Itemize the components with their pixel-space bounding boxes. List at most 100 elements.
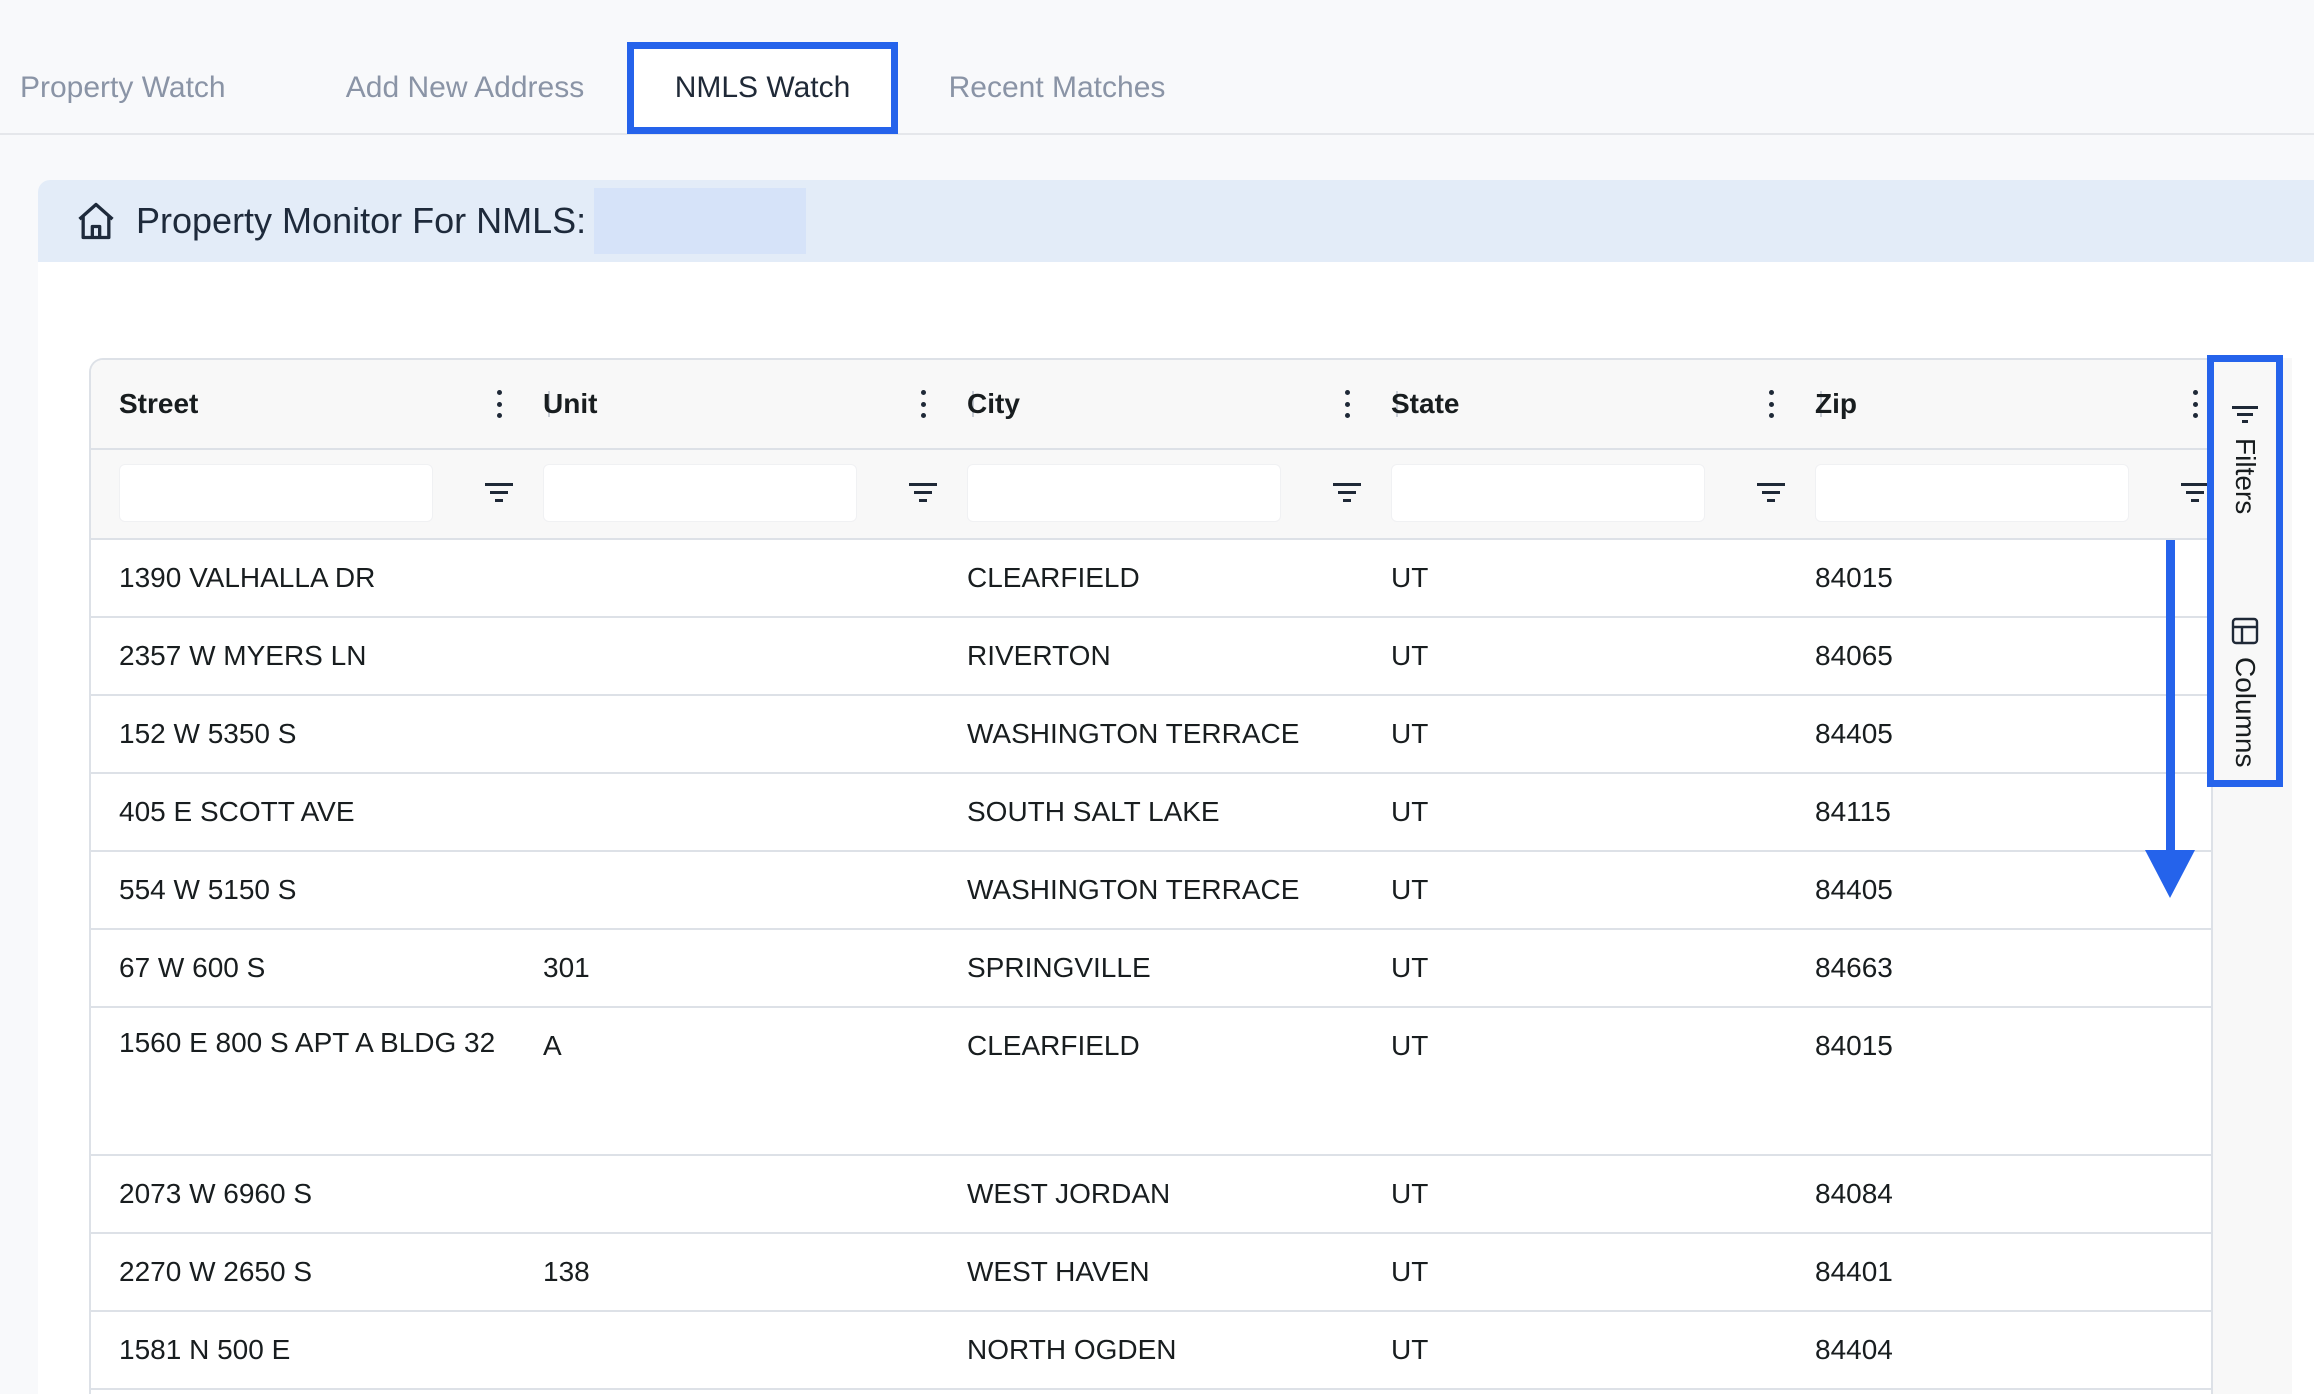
city-cell: SPRINGVILLE bbox=[967, 952, 1151, 983]
state-filter-input[interactable] bbox=[1391, 464, 1705, 522]
filter-icon[interactable] bbox=[1755, 480, 1787, 504]
column-header-state[interactable]: State bbox=[1391, 360, 1459, 448]
page: Property Watch Add New Address NMLS Watc… bbox=[0, 0, 2314, 1394]
street-cell: 1560 E 800 S APT A BLDG 32 bbox=[119, 1027, 496, 1058]
street-cell: 405 E SCOTT AVE bbox=[119, 796, 355, 827]
filter-icon[interactable] bbox=[907, 480, 939, 504]
city-cell: WEST JORDAN bbox=[967, 1178, 1171, 1209]
zip-cell: 84065 bbox=[1815, 640, 1893, 671]
tab-recent-matches[interactable]: Recent Matches bbox=[920, 42, 1194, 134]
street-cell: 2073 W 6960 S bbox=[119, 1178, 313, 1209]
filters-label: Filters bbox=[2230, 438, 2261, 515]
table-row[interactable]: 1581 N 500 E NORTH OGDEN UT 84404 bbox=[91, 1312, 2211, 1390]
table-row[interactable]: 2357 W MYERS LN RIVERTON UT 84065 bbox=[91, 618, 2211, 696]
zip-cell: 84015 bbox=[1815, 1030, 1893, 1061]
property-monitor-card: Property Monitor For NMLS: Street Unit C… bbox=[38, 180, 2314, 1394]
nmls-number-redacted bbox=[594, 188, 807, 254]
city-cell: NORTH OGDEN bbox=[967, 1334, 1177, 1365]
state-cell: UT bbox=[1391, 1334, 1429, 1365]
state-cell: UT bbox=[1391, 1030, 1429, 1061]
column-menu-icon[interactable] bbox=[494, 390, 504, 418]
state-cell: UT bbox=[1391, 874, 1429, 905]
zip-cell: 84015 bbox=[1815, 562, 1893, 593]
filter-icon[interactable] bbox=[1331, 480, 1363, 504]
street-cell: 1390 VALHALLA DR bbox=[119, 562, 376, 593]
column-menu-icon[interactable] bbox=[918, 390, 928, 418]
filter-icon[interactable] bbox=[2179, 480, 2211, 504]
city-cell: WEST HAVEN bbox=[967, 1256, 1150, 1287]
table-row[interactable]: 405 E SCOTT AVE SOUTH SALT LAKE UT 84115 bbox=[91, 774, 2211, 852]
columns-label: Columns bbox=[2230, 657, 2261, 768]
state-cell: UT bbox=[1391, 562, 1429, 593]
zip-filter-input[interactable] bbox=[1815, 464, 2129, 522]
column-menu-icon[interactable] bbox=[1342, 390, 1352, 418]
grid-body: 1390 VALHALLA DR CLEARFIELD UT 84015 235… bbox=[91, 540, 2211, 1390]
filter-row bbox=[91, 450, 2211, 540]
table-row[interactable]: 152 W 5350 S WASHINGTON TERRACE UT 84405 bbox=[91, 696, 2211, 774]
zip-cell: 84405 bbox=[1815, 718, 1893, 749]
column-header-label: Zip bbox=[1815, 388, 1857, 419]
properties-grid: Street Unit City State Zip 1390 VALHALLA… bbox=[89, 358, 2251, 1394]
city-cell: CLEARFIELD bbox=[967, 562, 1140, 593]
column-header-street[interactable]: Street bbox=[119, 360, 198, 448]
city-cell: WASHINGTON TERRACE bbox=[967, 874, 1300, 905]
city-cell: SOUTH SALT LAKE bbox=[967, 796, 1220, 827]
street-filter-input[interactable] bbox=[119, 464, 433, 522]
columns-panel-button[interactable]: Columns bbox=[2225, 617, 2265, 767]
table-row[interactable]: 2270 W 2650 S 138 WEST HAVEN UT 84401 bbox=[91, 1234, 2211, 1312]
card-title: Property Monitor For NMLS: bbox=[136, 200, 587, 241]
column-header-label: City bbox=[967, 388, 1020, 419]
zip-cell: 84404 bbox=[1815, 1334, 1893, 1365]
city-filter-input[interactable] bbox=[967, 464, 1281, 522]
column-header-unit[interactable]: Unit bbox=[543, 360, 597, 448]
tab-property-watch[interactable]: Property Watch bbox=[20, 42, 268, 134]
table-row[interactable]: 2073 W 6960 S WEST JORDAN UT 84084 bbox=[91, 1156, 2211, 1234]
state-cell: UT bbox=[1391, 718, 1429, 749]
filters-panel-button[interactable]: Filters bbox=[2225, 404, 2265, 514]
tab-add-new-address[interactable]: Add New Address bbox=[320, 42, 610, 134]
tab-bar: Property Watch Add New Address NMLS Watc… bbox=[0, 0, 2314, 135]
zip-cell: 84405 bbox=[1815, 874, 1893, 905]
column-header-label: State bbox=[1391, 388, 1460, 419]
column-header-label: Street bbox=[119, 388, 199, 419]
street-cell: 2270 W 2650 S bbox=[119, 1256, 313, 1287]
table-row[interactable]: 554 W 5150 S WASHINGTON TERRACE UT 84405 bbox=[91, 852, 2211, 930]
unit-cell: A bbox=[543, 1030, 562, 1061]
columns-icon bbox=[2231, 617, 2259, 645]
column-menu-icon[interactable] bbox=[1766, 390, 1776, 418]
tab-nmls-watch[interactable]: NMLS Watch bbox=[627, 42, 898, 134]
column-header-city[interactable]: City bbox=[967, 360, 1020, 448]
card-header: Property Monitor For NMLS: bbox=[38, 180, 2314, 262]
zip-cell: 84401 bbox=[1815, 1256, 1893, 1287]
zip-cell: 84115 bbox=[1815, 796, 1891, 827]
home-icon bbox=[78, 202, 114, 240]
column-header-zip[interactable]: Zip bbox=[1815, 360, 1857, 448]
unit-filter-input[interactable] bbox=[543, 464, 857, 522]
unit-cell: 138 bbox=[543, 1256, 590, 1287]
street-cell: 554 W 5150 S bbox=[119, 874, 297, 905]
street-cell: 67 W 600 S bbox=[119, 952, 266, 983]
scroll-down-arrow-shaft bbox=[2166, 540, 2175, 860]
grid-header-row: Street Unit City State Zip bbox=[91, 360, 2211, 450]
column-header-label: Unit bbox=[543, 388, 598, 419]
state-cell: UT bbox=[1391, 1256, 1429, 1287]
state-cell: UT bbox=[1391, 952, 1429, 983]
filter-icon[interactable] bbox=[483, 480, 515, 504]
filter-icon bbox=[2232, 406, 2258, 423]
city-cell: CLEARFIELD bbox=[967, 1030, 1140, 1061]
zip-cell: 84084 bbox=[1815, 1178, 1893, 1209]
street-cell: 2357 W MYERS LN bbox=[119, 640, 367, 671]
table-row[interactable]: 67 W 600 S 301 SPRINGVILLE UT 84663 bbox=[91, 930, 2211, 1008]
zip-cell: 84663 bbox=[1815, 952, 1893, 983]
table-row[interactable]: 1390 VALHALLA DR CLEARFIELD UT 84015 bbox=[91, 540, 2211, 618]
street-cell: 1581 N 500 E bbox=[119, 1334, 291, 1365]
column-menu-icon[interactable] bbox=[2190, 390, 2200, 418]
table-row[interactable]: 1560 E 800 S APT A BLDG 32 A CLEARFIELD … bbox=[91, 1008, 2211, 1156]
city-cell: WASHINGTON TERRACE bbox=[967, 718, 1300, 749]
state-cell: UT bbox=[1391, 796, 1429, 827]
unit-cell: 301 bbox=[543, 952, 590, 983]
street-cell: 152 W 5350 S bbox=[119, 718, 297, 749]
state-cell: UT bbox=[1391, 1178, 1429, 1209]
scroll-down-arrow-icon bbox=[2145, 850, 2195, 898]
state-cell: UT bbox=[1391, 640, 1429, 671]
